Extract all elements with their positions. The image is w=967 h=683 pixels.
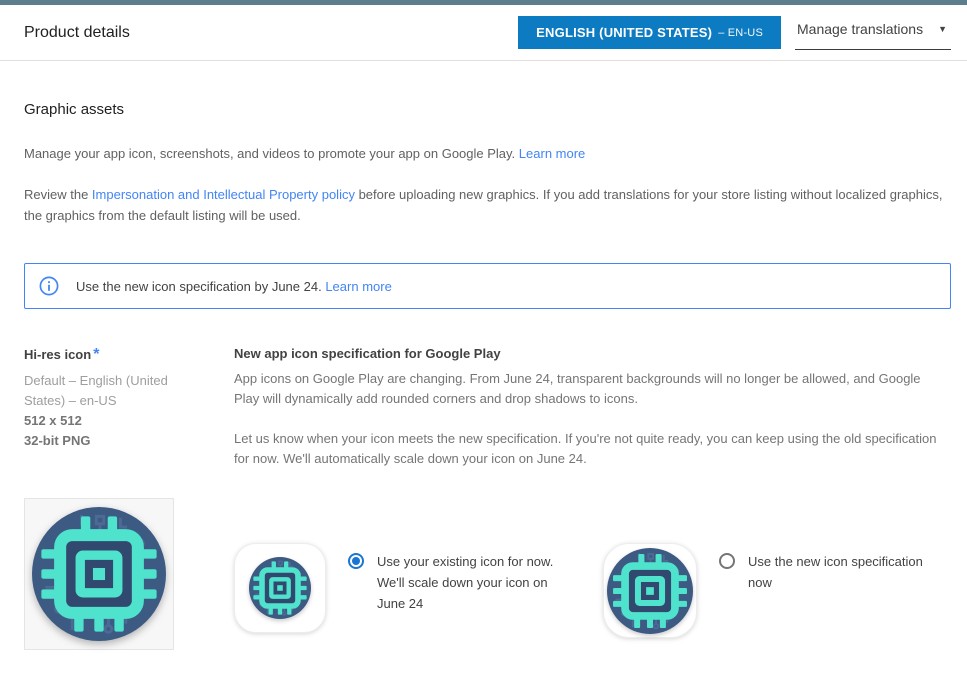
existing-icon-label: Use your existing icon for now. We'll sc…: [377, 551, 555, 633]
radio-new-spec[interactable]: [719, 553, 735, 569]
info-icon: [39, 276, 59, 296]
page-header: Product details ENGLISH (UNITED STATES) …: [0, 5, 967, 61]
language-button-suffix: – EN-US: [718, 27, 763, 39]
icon-spec-options: Use your existing icon for now. We'll sc…: [234, 498, 951, 650]
notice-banner: Use the new icon specification by June 2…: [24, 263, 951, 309]
existing-icon-choice: Use your existing icon for now. We'll sc…: [348, 551, 555, 633]
hi-res-icon-meta: Hi-res icon* Default – English (United S…: [24, 346, 234, 469]
default-language-text: Default – English (United States) – en-U…: [24, 371, 194, 411]
new-spec-para1: App icons on Google Play are changing. F…: [234, 369, 948, 409]
language-button[interactable]: ENGLISH (UNITED STATES) – EN-US: [518, 16, 781, 49]
intro-text: Manage your app icon, screenshots, and v…: [24, 144, 951, 164]
review-text: Review the Impersonation and Intellectua…: [24, 184, 949, 226]
option-new-spec: Use the new icon specification now: [603, 543, 940, 638]
new-spec-label: Use the new icon specification now: [748, 551, 940, 638]
app-icon-medium: [607, 548, 693, 634]
language-button-label: ENGLISH (UNITED STATES): [536, 25, 712, 40]
new-spec-choice: Use the new icon specification now: [719, 551, 940, 638]
new-spec-info: New app icon specification for Google Pl…: [234, 346, 951, 469]
header-actions: ENGLISH (UNITED STATES) – EN-US Manage t…: [518, 15, 951, 50]
notice-text: Use the new icon specification by June 2…: [76, 279, 392, 294]
app-icon-small: [249, 557, 311, 619]
learn-more-link[interactable]: Learn more: [519, 146, 585, 161]
required-asterisk: *: [93, 346, 99, 363]
manage-translations-dropdown[interactable]: Manage translations ▼: [795, 15, 951, 50]
icon-spec-info-row: Hi-res icon* Default – English (United S…: [24, 346, 951, 469]
icon-choice-row: Use your existing icon for now. We'll sc…: [24, 498, 951, 650]
option-existing-icon: Use your existing icon for now. We'll sc…: [234, 543, 555, 633]
manage-translations-label: Manage translations: [797, 21, 923, 37]
notice-learn-more-link[interactable]: Learn more: [325, 279, 391, 294]
notice-text-body: Use the new icon specification by June 2…: [76, 279, 322, 294]
app-icon-large: [32, 507, 166, 641]
new-spec-heading: New app icon specification for Google Pl…: [234, 346, 951, 361]
page-title: Product details: [24, 24, 130, 42]
new-spec-para2: Let us know when your icon meets the new…: [234, 429, 948, 469]
icon-format: 32-bit PNG: [24, 431, 234, 451]
review-text-prefix: Review the: [24, 187, 92, 202]
hi-res-icon-label: Hi-res icon: [24, 347, 91, 362]
hi-res-icon-preview[interactable]: [24, 498, 174, 650]
content: Graphic assets Manage your app icon, scr…: [0, 101, 967, 650]
existing-icon-card: [234, 543, 326, 633]
icon-dimensions: 512 x 512: [24, 411, 234, 431]
section-title: Graphic assets: [24, 101, 951, 118]
intro-text-body: Manage your app icon, screenshots, and v…: [24, 146, 515, 161]
chevron-down-icon: ▼: [938, 24, 947, 34]
radio-existing-icon[interactable]: [348, 553, 364, 569]
new-spec-icon-card: [603, 543, 697, 638]
policy-link[interactable]: Impersonation and Intellectual Property …: [92, 187, 355, 202]
